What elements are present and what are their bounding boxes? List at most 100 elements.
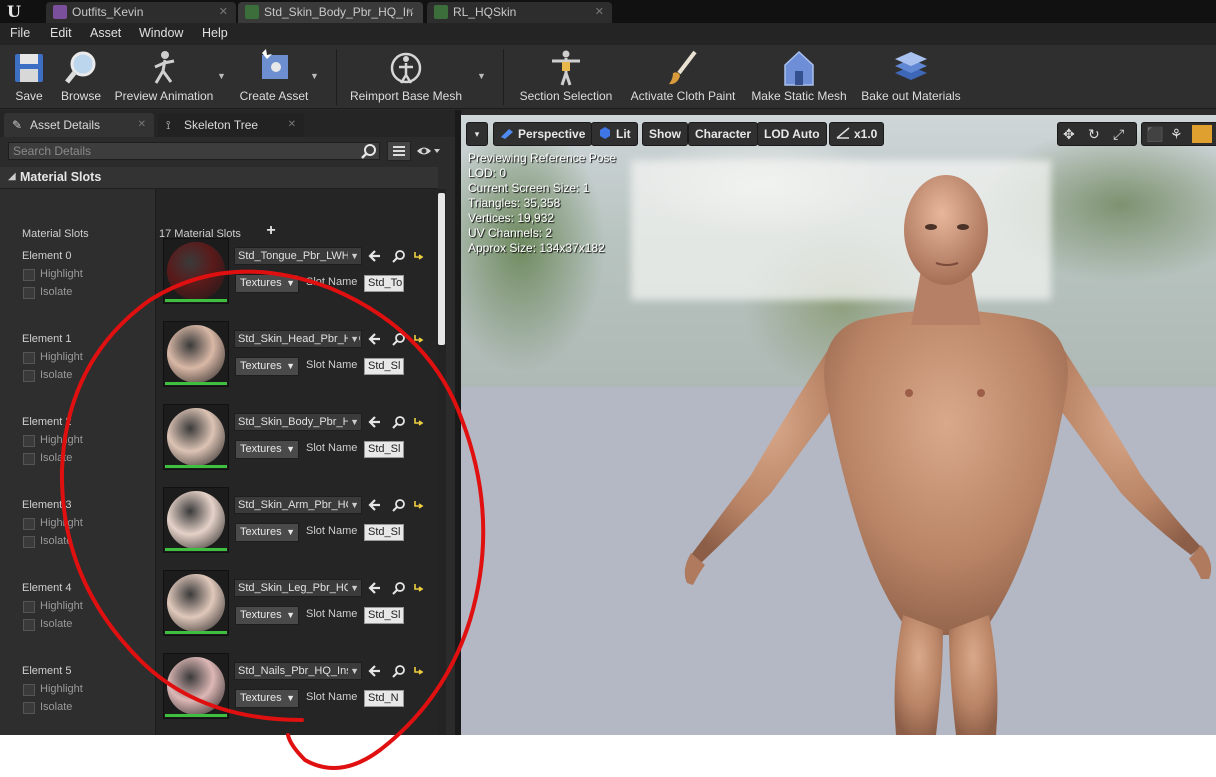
use-selected-arrow-icon[interactable] bbox=[368, 249, 382, 263]
scale-icon[interactable]: ⤢ bbox=[1113, 126, 1124, 143]
slot-name-input[interactable]: Std_To bbox=[364, 275, 404, 292]
rotate-icon[interactable]: ↻ bbox=[1088, 126, 1100, 143]
textures-dropdown[interactable]: Textures ▼ bbox=[235, 357, 299, 376]
menu-help[interactable]: Help bbox=[202, 26, 228, 40]
use-selected-arrow-icon[interactable] bbox=[368, 664, 382, 678]
highlight-checkbox[interactable] bbox=[23, 684, 35, 696]
grid-snap-icon[interactable] bbox=[1192, 125, 1212, 143]
highlight-checkbox[interactable] bbox=[23, 435, 35, 447]
close-icon[interactable]: ✕ bbox=[288, 113, 296, 137]
browse-magnifier-icon[interactable] bbox=[392, 664, 406, 678]
browse-magnifier-icon[interactable] bbox=[392, 415, 406, 429]
use-selected-arrow-icon[interactable] bbox=[368, 332, 382, 346]
browse-button[interactable]: Browse bbox=[56, 45, 106, 109]
menu-asset[interactable]: Asset bbox=[90, 26, 121, 40]
tab-rl-hqskin[interactable]: RL_HQSkin ✕ bbox=[427, 2, 612, 23]
chevron-down-icon[interactable]: ▼ bbox=[310, 71, 320, 81]
reset-to-default-icon[interactable] bbox=[412, 580, 426, 594]
create-asset-button[interactable]: Create Asset bbox=[236, 45, 312, 109]
material-thumbnail[interactable] bbox=[163, 238, 229, 304]
scrollbar-thumb[interactable] bbox=[438, 193, 445, 345]
slot-name-input[interactable]: Std_N bbox=[364, 690, 404, 707]
highlight-checkbox[interactable] bbox=[23, 269, 35, 281]
highlight-checkbox[interactable] bbox=[23, 518, 35, 530]
section-selection-button[interactable]: Section Selection bbox=[514, 45, 618, 109]
activate-cloth-paint-button[interactable]: Activate Cloth Paint bbox=[626, 45, 740, 109]
browse-magnifier-icon[interactable] bbox=[392, 332, 406, 346]
close-icon[interactable]: ✕ bbox=[219, 2, 228, 22]
isolate-checkbox[interactable] bbox=[23, 287, 35, 299]
material-picker-combo[interactable]: Std_Nails_Pbr_HQ_Ins ▼ bbox=[234, 662, 362, 680]
slot-name-input[interactable]: Std_Sl bbox=[364, 524, 404, 541]
tab-asset-details[interactable]: ✎ Asset Details ✕ bbox=[4, 113, 154, 137]
material-thumbnail[interactable] bbox=[163, 653, 229, 719]
reimport-base-mesh-button[interactable]: Reimport Base Mesh bbox=[348, 45, 464, 109]
show-button[interactable]: Show bbox=[642, 122, 688, 146]
search-icon[interactable] bbox=[361, 143, 377, 159]
textures-dropdown[interactable]: Textures ▼ bbox=[235, 274, 299, 293]
chevron-down-icon[interactable]: ▼ bbox=[477, 71, 487, 81]
make-static-mesh-button[interactable]: Make Static Mesh bbox=[748, 45, 850, 109]
use-selected-arrow-icon[interactable] bbox=[368, 498, 382, 512]
reset-to-default-icon[interactable] bbox=[412, 414, 426, 428]
reset-to-default-icon[interactable] bbox=[412, 331, 426, 345]
character-button[interactable]: Character bbox=[688, 122, 759, 146]
close-icon[interactable]: ✕ bbox=[406, 2, 415, 22]
browse-magnifier-icon[interactable] bbox=[392, 249, 406, 263]
close-icon[interactable]: ✕ bbox=[595, 2, 604, 22]
viewport-options-button[interactable]: ▾ bbox=[466, 122, 488, 146]
add-slot-button[interactable]: + bbox=[263, 223, 279, 239]
tab-outfits-kevin[interactable]: Outfits_Kevin ✕ bbox=[46, 2, 236, 23]
slot-name-input[interactable]: Std_Sl bbox=[364, 607, 404, 624]
material-picker-combo[interactable]: Std_Skin_Leg_Pbr_HQ_ ▼ bbox=[234, 579, 362, 597]
highlight-checkbox[interactable] bbox=[23, 352, 35, 364]
menu-file[interactable]: File bbox=[10, 26, 30, 40]
playback-speed-button[interactable]: x1.0 bbox=[829, 122, 885, 146]
view-options-button[interactable] bbox=[387, 141, 411, 161]
slot-name-input[interactable]: Std_Sl bbox=[364, 441, 404, 458]
reset-to-default-icon[interactable] bbox=[412, 663, 426, 677]
search-input[interactable]: Search Details bbox=[8, 142, 380, 160]
collapse-arrow-icon[interactable]: ◢ bbox=[8, 171, 16, 182]
slot-name-input[interactable]: Std_Sl bbox=[364, 358, 404, 375]
browse-magnifier-icon[interactable] bbox=[392, 581, 406, 595]
material-thumbnail[interactable] bbox=[163, 570, 229, 636]
reset-to-default-icon[interactable] bbox=[412, 248, 426, 262]
material-picker-combo[interactable]: Std_Tongue_Pbr_LWHQ ▼ bbox=[234, 247, 362, 265]
surface-snap-icon[interactable]: ⚘ bbox=[1170, 126, 1183, 143]
preview-viewport[interactable]: ▾ Perspective Lit Show Character LOD Aut… bbox=[461, 115, 1216, 735]
menu-window[interactable]: Window bbox=[139, 26, 183, 40]
menu-edit[interactable]: Edit bbox=[50, 26, 72, 40]
browse-magnifier-icon[interactable] bbox=[392, 498, 406, 512]
textures-dropdown[interactable]: Textures ▼ bbox=[235, 689, 299, 708]
reset-to-default-icon[interactable] bbox=[412, 497, 426, 511]
material-thumbnail[interactable] bbox=[163, 487, 229, 553]
material-picker-combo[interactable]: Std_Skin_Arm_Pbr_HQ ▼ bbox=[234, 496, 362, 514]
textures-dropdown[interactable]: Textures ▼ bbox=[235, 440, 299, 459]
eye-icon[interactable] bbox=[416, 144, 440, 158]
textures-dropdown[interactable]: Textures ▼ bbox=[235, 606, 299, 625]
isolate-checkbox[interactable] bbox=[23, 619, 35, 631]
column-divider[interactable] bbox=[155, 189, 156, 735]
isolate-checkbox[interactable] bbox=[23, 536, 35, 548]
lod-button[interactable]: LOD Auto bbox=[757, 122, 827, 146]
preview-animation-button[interactable]: Preview Animation bbox=[110, 45, 218, 109]
isolate-checkbox[interactable] bbox=[23, 453, 35, 465]
save-button[interactable]: Save bbox=[4, 45, 54, 109]
material-picker-combo[interactable]: Std_Skin_Head_Pbr_HQ ▼ bbox=[234, 330, 362, 348]
perspective-button[interactable]: Perspective bbox=[493, 122, 593, 146]
material-thumbnail[interactable] bbox=[163, 321, 229, 387]
tab-std-skin-body[interactable]: Std_Skin_Body_Pbr_HQ_In ✕ bbox=[238, 2, 423, 23]
isolate-checkbox[interactable] bbox=[23, 370, 35, 382]
move-icon[interactable]: ✥ bbox=[1063, 126, 1075, 143]
isolate-checkbox[interactable] bbox=[23, 702, 35, 714]
use-selected-arrow-icon[interactable] bbox=[368, 415, 382, 429]
textures-dropdown[interactable]: Textures ▼ bbox=[235, 523, 299, 542]
category-material-slots[interactable]: ◢ Material Slots bbox=[0, 167, 438, 189]
use-selected-arrow-icon[interactable] bbox=[368, 581, 382, 595]
tab-skeleton-tree[interactable]: ⟟ Skeleton Tree ✕ bbox=[158, 113, 304, 137]
material-thumbnail[interactable] bbox=[163, 404, 229, 470]
close-icon[interactable]: ✕ bbox=[138, 113, 146, 137]
lit-button[interactable]: Lit bbox=[591, 122, 638, 146]
material-picker-combo[interactable]: Std_Skin_Body_Pbr_HQ ▼ bbox=[234, 413, 362, 431]
